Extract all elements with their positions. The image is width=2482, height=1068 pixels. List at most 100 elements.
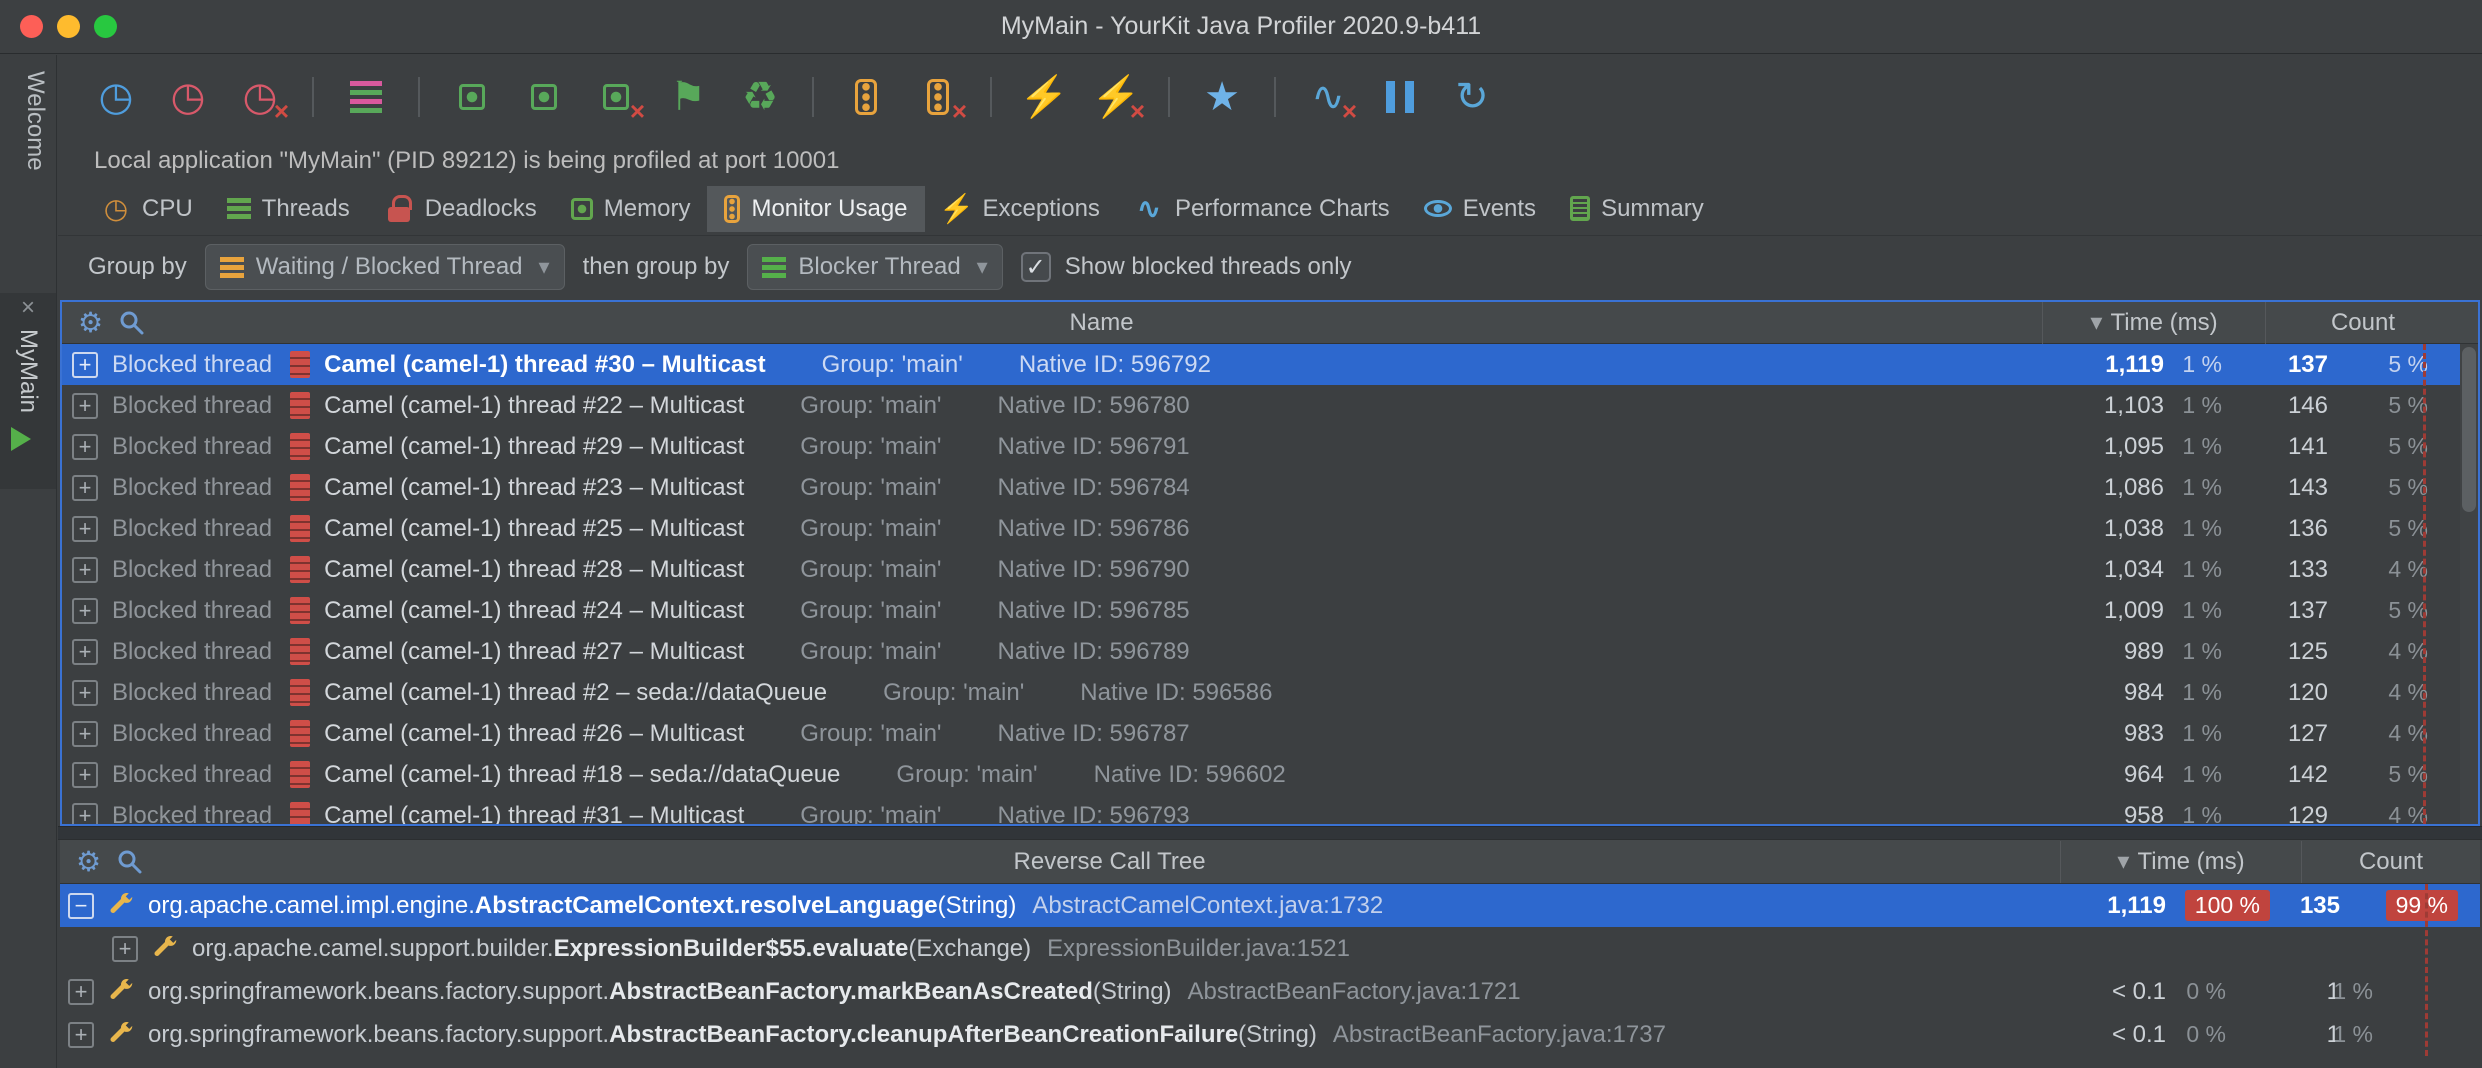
thread-row[interactable]: Blocked thread Camel (camel-1) thread #2…	[62, 713, 2478, 754]
time-percent-cell: 100 %	[2166, 890, 2284, 921]
close-session-icon[interactable]: ×	[21, 293, 35, 323]
table-settings-gear-icon[interactable]: ⚙	[78, 309, 103, 337]
thread-state-label: Blocked thread	[112, 638, 272, 666]
table-settings-gear-icon[interactable]: ⚙	[76, 848, 101, 876]
thread-row[interactable]: Blocked thread Camel (camel-1) thread #2…	[62, 672, 2478, 713]
expand-icon[interactable]	[68, 893, 94, 919]
thread-row[interactable]: Blocked thread Camel (camel-1) thread #2…	[62, 426, 2478, 467]
count-percent: 4 %	[2342, 802, 2478, 824]
start-exception-profiling-icon[interactable]: ⚡	[1020, 73, 1068, 121]
thread-group: Group: 'main'	[822, 351, 963, 379]
thread-row[interactable]: Blocked thread Camel (camel-1) thread #3…	[62, 344, 2478, 385]
vertical-scrollbar[interactable]	[2460, 344, 2478, 824]
start-allocation-recording-icon[interactable]	[520, 73, 568, 121]
count-value: 127	[2266, 720, 2342, 748]
expand-icon[interactable]	[72, 721, 98, 747]
maximize-window-button[interactable]	[94, 15, 117, 38]
close-window-button[interactable]	[20, 15, 43, 38]
thread-row[interactable]: Blocked thread Camel (camel-1) thread #3…	[62, 795, 2478, 824]
source-location: AbstractCamelContext.java:1732	[1032, 892, 1383, 920]
call-tree-row[interactable]: org.springframework.beans.factory.suppor…	[60, 970, 2480, 1013]
view-tab[interactable]: Threads	[210, 186, 367, 232]
tab-icon	[227, 198, 251, 219]
stop-monitor-profiling-icon[interactable]: ×	[914, 73, 962, 121]
group-by-dropdown[interactable]: Waiting / Blocked Thread	[205, 244, 565, 290]
toolbar-separator	[418, 77, 420, 117]
stop-allocation-recording-icon[interactable]: ×	[592, 73, 640, 121]
show-blocked-checkbox[interactable]	[1021, 252, 1051, 282]
trigger-flag-icon[interactable]: ⚑	[664, 73, 712, 121]
count-percent: 1 %	[2333, 978, 2373, 1005]
count-value: 133	[2266, 556, 2342, 584]
minimize-window-button[interactable]	[57, 15, 80, 38]
expand-icon[interactable]	[68, 1022, 94, 1048]
pause-updates-icon[interactable]	[1376, 73, 1424, 121]
thread-name: Camel (camel-1) thread #18 – seda://data…	[324, 761, 840, 789]
column-header-time[interactable]: Time (ms)	[2061, 847, 2301, 876]
expand-icon[interactable]	[72, 639, 98, 665]
sidebar-tab-welcome[interactable]: Welcome	[7, 71, 49, 171]
search-icon[interactable]	[117, 849, 143, 875]
call-tree-row[interactable]: org.apache.camel.impl.engine.AbstractCam…	[60, 884, 2480, 927]
refresh-icon[interactable]: ↻	[1448, 73, 1496, 121]
thread-row[interactable]: Blocked thread Camel (camel-1) thread #2…	[62, 590, 2478, 631]
view-tab[interactable]: Monitor Usage	[707, 186, 924, 232]
expand-icon[interactable]	[72, 762, 98, 788]
thread-states-icon[interactable]	[342, 73, 390, 121]
panel-splitter[interactable]	[58, 826, 2482, 840]
thread-row[interactable]: Blocked thread Camel (camel-1) thread #2…	[62, 508, 2478, 549]
column-header-time[interactable]: Time (ms)	[2043, 308, 2265, 337]
thread-row[interactable]: Blocked thread Camel (camel-1) thread #2…	[62, 631, 2478, 672]
view-tab[interactable]: Summary	[1553, 186, 1721, 232]
time-value: 1,034	[2044, 556, 2164, 584]
call-tree-row[interactable]: org.springframework.beans.factory.suppor…	[60, 1013, 2480, 1056]
view-tab[interactable]: Memory	[554, 186, 708, 232]
stop-telemetry-icon[interactable]: ∿×	[1304, 73, 1352, 121]
expand-icon[interactable]	[72, 598, 98, 624]
scrollbar-thumb[interactable]	[2462, 347, 2476, 512]
thread-row[interactable]: Blocked thread Camel (camel-1) thread #2…	[62, 467, 2478, 508]
expand-icon[interactable]	[68, 979, 94, 1005]
then-group-by-dropdown[interactable]: Blocker Thread	[747, 244, 1002, 290]
search-icon[interactable]	[119, 310, 145, 336]
view-tab[interactable]: Performance Charts	[1117, 186, 1407, 232]
expand-icon[interactable]	[72, 516, 98, 542]
start-cpu-tracing-icon[interactable]: ◷	[164, 73, 212, 121]
view-tab[interactable]: Exceptions	[925, 186, 1117, 232]
stop-exception-profiling-icon[interactable]: ⚡×	[1092, 73, 1140, 121]
thread-row[interactable]: Blocked thread Camel (camel-1) thread #1…	[62, 754, 2478, 795]
thread-row[interactable]: Blocked thread Camel (camel-1) thread #2…	[62, 385, 2478, 426]
view-tab[interactable]: Deadlocks	[367, 186, 554, 232]
thread-row[interactable]: Blocked thread Camel (camel-1) thread #2…	[62, 549, 2478, 590]
stop-cpu-profiling-icon[interactable]: ◷×	[236, 73, 284, 121]
call-tree-row[interactable]: org.apache.camel.support.builder.Express…	[60, 927, 2480, 970]
tab-icon	[724, 195, 740, 223]
call-tree-row-content: org.springframework.beans.factory.suppor…	[68, 1020, 2046, 1050]
expand-icon[interactable]	[72, 434, 98, 460]
expand-icon[interactable]	[72, 475, 98, 501]
expand-icon[interactable]	[112, 936, 138, 962]
reverse-call-tree-panel: ⚙ Reverse Call Tree Time (ms) Count	[60, 840, 2480, 1056]
expand-icon[interactable]	[72, 393, 98, 419]
count-percent-cell: 99 %	[2350, 890, 2480, 921]
method-name: AbstractBeanFactory.markBeanAsCreated	[609, 978, 1093, 1006]
expand-icon[interactable]	[72, 557, 98, 583]
sidebar-tab-mymain[interactable]: × MyMain	[0, 293, 56, 489]
start-monitor-profiling-icon[interactable]	[842, 73, 890, 121]
start-cpu-sampling-icon[interactable]: ◷	[92, 73, 140, 121]
expand-icon[interactable]	[72, 803, 98, 825]
column-header-count[interactable]: Count	[2302, 848, 2480, 876]
inspections-icon[interactable]: ★	[1198, 73, 1246, 121]
thread-native-id: Native ID: 596785	[998, 597, 1190, 625]
view-tab[interactable]: CPU	[84, 186, 210, 232]
stop-x-overlay-icon: ×	[1342, 98, 1357, 124]
view-tab[interactable]: Events	[1407, 186, 1553, 232]
column-header-count[interactable]: Count	[2266, 309, 2460, 337]
thread-state-label: Blocked thread	[112, 679, 272, 707]
blocker-thread-icon	[762, 257, 786, 278]
capture-memory-snapshot-icon[interactable]	[448, 73, 496, 121]
expand-icon[interactable]	[72, 352, 98, 378]
force-gc-icon[interactable]: ♻	[736, 73, 784, 121]
expand-icon[interactable]	[72, 680, 98, 706]
column-header-name[interactable]: Name	[161, 309, 2042, 337]
